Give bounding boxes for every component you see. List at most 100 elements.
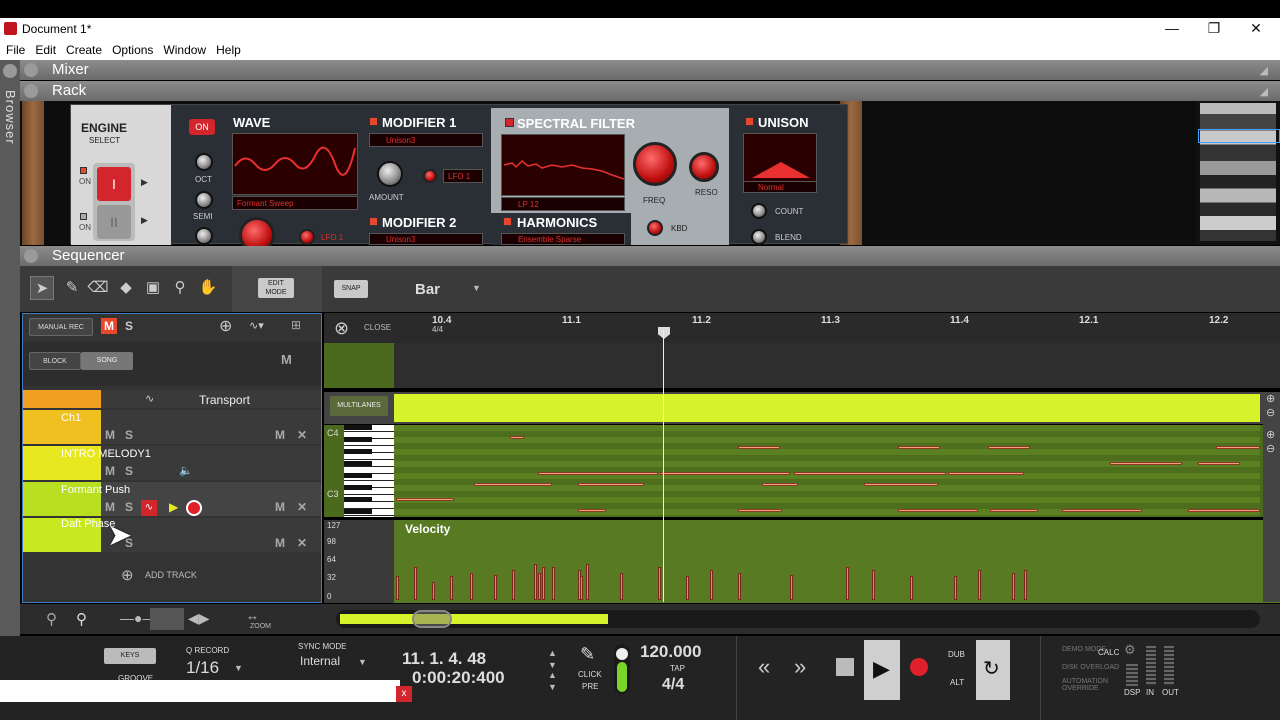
midi-note[interactable] [898, 446, 940, 449]
clip-block[interactable] [394, 394, 1260, 422]
velocity-bar[interactable] [538, 573, 541, 600]
razor-tool-icon[interactable]: ◆ [114, 276, 138, 300]
restore-icon[interactable]: ❐ [1194, 20, 1234, 37]
mixer-header[interactable]: Mixer ◢ [20, 60, 1280, 80]
midi-note[interactable] [738, 509, 782, 512]
close-label[interactable]: CLOSE [364, 323, 391, 332]
master-mute-button[interactable]: M [101, 318, 117, 334]
track-mute[interactable]: M [105, 464, 115, 478]
zoom-arrows-icon[interactable]: ↔ [246, 608, 259, 623]
automation-icon[interactable]: ∿ [145, 392, 154, 405]
zoom-out-icon[interactable]: ⊖ [1266, 442, 1275, 455]
oct-knob[interactable] [195, 153, 213, 171]
velocity-bar[interactable] [396, 576, 399, 600]
grid-icon[interactable]: ⊞ [291, 318, 301, 332]
midi-note[interactable] [660, 472, 790, 475]
midi-note[interactable] [794, 472, 946, 475]
velocity-bar[interactable] [494, 575, 497, 600]
snap-value[interactable]: Bar [415, 281, 440, 298]
track-mute[interactable]: M [105, 500, 115, 514]
velocity-bar[interactable] [512, 570, 515, 600]
tap-label[interactable]: TAP [670, 664, 685, 673]
midi-note[interactable] [990, 509, 1038, 512]
modifier1-led[interactable] [369, 117, 378, 126]
multilane-row[interactable]: MULTILANES [324, 392, 1280, 424]
add-icon[interactable]: ⊕ [219, 316, 232, 336]
menu-help[interactable]: Help [212, 40, 245, 57]
rack-toggle[interactable] [24, 84, 38, 98]
zoom-out-icon[interactable]: ⊖ [1266, 406, 1275, 419]
pencil-tool-icon[interactable]: ✎ [60, 276, 84, 300]
freq-knob[interactable] [633, 142, 677, 186]
song-mute-button[interactable]: M [281, 352, 292, 367]
spectral-led[interactable] [505, 118, 514, 127]
menu-create[interactable]: Create [62, 40, 106, 57]
midi-note[interactable] [578, 509, 606, 512]
click-level-handle[interactable] [616, 648, 628, 660]
click-label[interactable]: CLICK [578, 670, 602, 679]
alt-label[interactable]: ALT [950, 678, 964, 687]
modifier2-led[interactable] [369, 217, 378, 226]
track-solo[interactable]: S [125, 464, 133, 478]
zoom-in-icon[interactable]: ⊕ [1266, 392, 1275, 405]
zoom-horizontal-max-icon[interactable]: ◀▶ [188, 610, 210, 627]
velocity-bar[interactable] [978, 570, 981, 600]
track-daft-phase[interactable]: Daft Phase S M ✕ [23, 518, 321, 552]
velocity-bar[interactable] [586, 564, 589, 600]
q-record-value[interactable]: 1/16 [186, 658, 219, 678]
harmonics-select[interactable]: Ensemble Sparse [501, 233, 625, 245]
track-formant-push[interactable]: Formant Push M S ∿ ▶ M ✕ [23, 482, 321, 516]
dub-label[interactable]: DUB [948, 650, 965, 659]
velocity-bar[interactable] [790, 575, 793, 600]
pin-icon[interactable]: ◢ [1260, 85, 1268, 98]
engine-button-1[interactable]: I [97, 167, 131, 201]
rack-viewport[interactable] [1198, 129, 1280, 143]
timeline-ruler[interactable]: ⊗ CLOSE 10.4 4/4 11.1 11.2 11.3 11.4 12.… [324, 313, 1280, 343]
fine-knob[interactable] [195, 227, 213, 245]
midi-note[interactable] [1110, 462, 1182, 465]
unison-mode-select[interactable]: Normal [743, 181, 817, 193]
position-stepper-down[interactable]: ▼ [548, 660, 557, 670]
loop-button[interactable]: ↻ [976, 640, 1010, 700]
song-navigator[interactable] [336, 610, 1260, 628]
delete-track-icon[interactable]: ✕ [297, 500, 307, 514]
kbd-knob[interactable] [647, 220, 663, 236]
midi-note[interactable] [474, 483, 552, 486]
modifier2-select[interactable]: Unison3 [369, 233, 483, 245]
gear-icon[interactable]: ⚙ [1124, 642, 1136, 658]
track-lane-mute[interactable]: M [275, 428, 285, 442]
metronome-icon[interactable]: ✎ [580, 644, 595, 665]
zoom-in-icon[interactable]: ⚲ [76, 610, 87, 628]
block-button[interactable]: BLOCK [29, 352, 81, 370]
rack-header[interactable]: Rack ◢ [20, 81, 1280, 101]
modifier1-select[interactable]: Unison3 [369, 133, 483, 147]
add-track-label[interactable]: ADD TRACK [145, 570, 197, 580]
rack-thumbnail[interactable] [1200, 103, 1276, 241]
midi-note[interactable] [864, 483, 938, 486]
delete-track-icon[interactable]: ✕ [297, 536, 307, 550]
magnify-tool-icon[interactable]: ⚲ [168, 276, 192, 300]
browser-sidebar[interactable]: Browser [0, 60, 20, 636]
time-stepper-up[interactable]: ▲ [548, 670, 557, 680]
zoom-horizontal-mid-icon[interactable] [150, 608, 184, 630]
modifier1-lfo-select[interactable]: LFO 1 [443, 169, 483, 183]
filter-type-select[interactable]: LP 12 [501, 197, 625, 211]
midi-note[interactable] [1062, 509, 1142, 512]
record-icon[interactable] [910, 658, 928, 676]
chevron-down-icon[interactable]: ▼ [358, 657, 367, 667]
track-intro-melody[interactable]: INTRO MELODY1 M S 🔈 [23, 446, 321, 480]
track-ch1[interactable]: Ch1 M S M ✕ [23, 410, 321, 444]
modifier1-lfo-knob[interactable] [423, 169, 437, 183]
midi-note[interactable] [1216, 446, 1260, 449]
velocity-bar[interactable] [580, 576, 583, 600]
semi-knob[interactable] [195, 191, 213, 209]
pin-icon[interactable]: ◢ [1260, 64, 1268, 77]
velocity-bar[interactable] [552, 567, 555, 600]
notification-close-button[interactable]: x [396, 686, 412, 702]
midi-note[interactable] [1188, 509, 1260, 512]
sequencer-toggle[interactable] [24, 249, 38, 263]
midi-note[interactable] [738, 446, 780, 449]
record-enable-icon[interactable] [186, 500, 202, 516]
menu-file[interactable]: File [2, 40, 29, 57]
multilanes-button[interactable]: MULTILANES [330, 396, 388, 416]
